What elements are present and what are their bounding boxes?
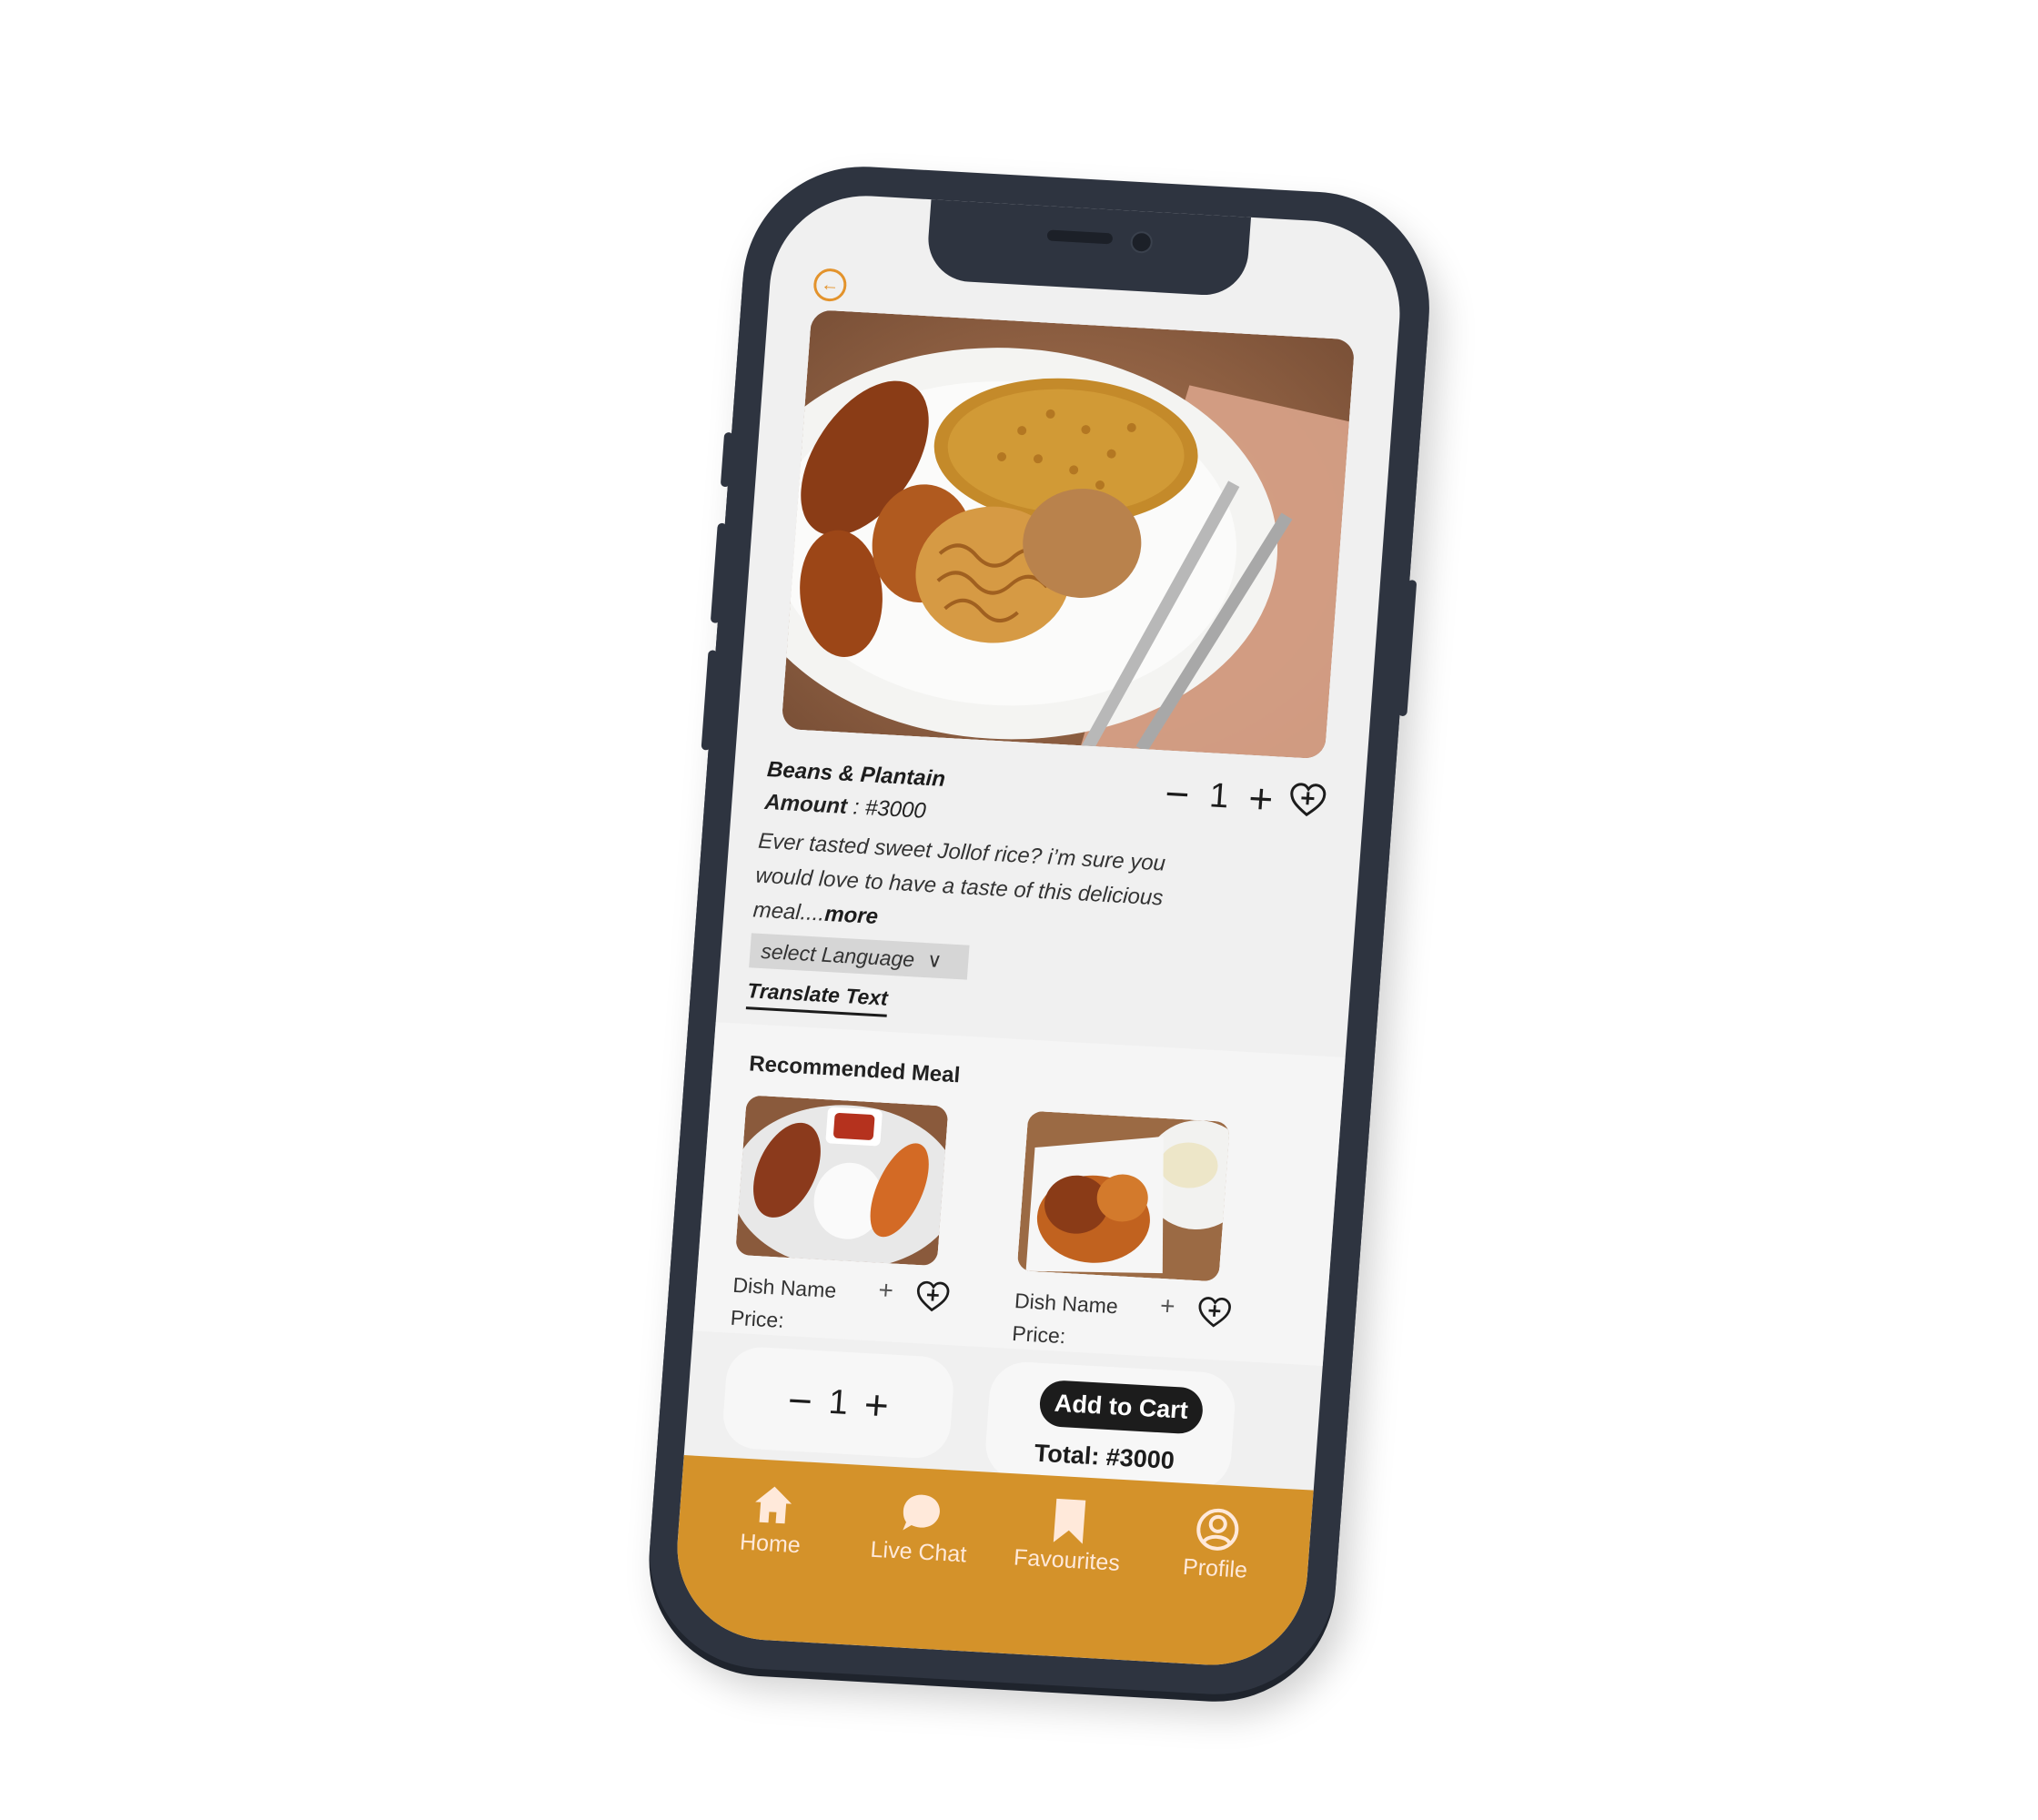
dish-photo xyxy=(781,309,1356,760)
order-decrease-button[interactable]: − xyxy=(786,1375,814,1425)
increase-button[interactable]: + xyxy=(1246,774,1276,824)
recommended-card[interactable]: Dish Name Price: + xyxy=(1012,1110,1237,1348)
add-recommended-button[interactable]: + xyxy=(877,1276,894,1306)
profile-icon xyxy=(1196,1508,1239,1551)
heart-plus-icon[interactable] xyxy=(1195,1293,1234,1331)
recommended-section: Recommended Meal Dish Name Price: + Dish… xyxy=(692,1022,1346,1367)
more-link[interactable]: more xyxy=(823,902,879,929)
translate-text-link[interactable]: Translate Text xyxy=(745,978,889,1017)
app-screen: ← Beans & Plantain − 1 + Amount: #3000 … xyxy=(671,190,1407,1671)
heart-plus-icon[interactable] xyxy=(913,1278,953,1316)
recommended-dish-name: Dish Name xyxy=(1014,1289,1119,1319)
chat-bubble-icon xyxy=(903,1494,940,1531)
dish-description: Ever tasted sweet Jollof rice? i’m sure … xyxy=(752,824,1205,953)
nav-item-profile[interactable]: Profile xyxy=(1146,1500,1288,1586)
order-increase-button[interactable]: + xyxy=(863,1380,891,1430)
power-button xyxy=(1397,580,1418,717)
amount-label: Amount xyxy=(763,789,849,819)
order-total: Total: #3000 xyxy=(1033,1439,1175,1475)
dish-quantity-stepper: − 1 + xyxy=(1164,769,1276,824)
back-arrow-icon[interactable]: ← xyxy=(812,268,848,303)
home-icon xyxy=(754,1486,792,1524)
description-text: Ever tasted sweet Jollof rice? i’m sure … xyxy=(752,828,1166,926)
volume-up-button xyxy=(710,522,727,623)
add-recommended-button[interactable]: + xyxy=(1159,1291,1176,1321)
recommended-dish-name: Dish Name xyxy=(731,1272,838,1303)
bottom-nav-bar: Home Live Chat Favourites Profile xyxy=(671,1454,1314,1671)
nav-item-home[interactable]: Home xyxy=(701,1474,842,1561)
speaker-grille xyxy=(1046,229,1114,245)
nav-label-live-chat: Live Chat xyxy=(869,1536,968,1568)
decrease-button[interactable]: − xyxy=(1164,769,1192,819)
order-quantity-stepper: − 1 + xyxy=(721,1345,956,1461)
canvas: ← Beans & Plantain − 1 + Amount: #3000 … xyxy=(0,0,2038,1820)
notch xyxy=(925,196,1252,298)
add-to-cart-button[interactable]: Add to Cart xyxy=(1038,1379,1205,1435)
nav-item-live-chat[interactable]: Live Chat xyxy=(850,1483,992,1570)
language-select[interactable]: select Language ∨ xyxy=(749,933,970,980)
recommended-title: Recommended Meal xyxy=(748,1051,962,1088)
recommended-dish-photo xyxy=(735,1095,949,1267)
nav-label-home: Home xyxy=(739,1529,802,1559)
chevron-down-icon: ∨ xyxy=(926,948,943,973)
dish-quantity-value: 1 xyxy=(1207,775,1231,815)
recommended-card[interactable]: Dish Name Price: + xyxy=(730,1095,956,1332)
nav-label-profile: Profile xyxy=(1182,1553,1248,1583)
volume-down-button xyxy=(701,650,718,751)
heart-plus-icon[interactable] xyxy=(1286,779,1329,821)
recommended-dish-price: Price: xyxy=(729,1305,785,1332)
front-camera xyxy=(1129,230,1154,254)
amount-value: : #3000 xyxy=(846,794,927,824)
phone-device: ← Beans & Plantain − 1 + Amount: #3000 … xyxy=(641,160,1438,1701)
nav-label-favourites: Favourites xyxy=(1013,1544,1121,1576)
cart-panel: Add to Cart Total: #3000 xyxy=(983,1360,1237,1492)
nav-item-favourites[interactable]: Favourites xyxy=(998,1491,1140,1578)
order-quantity-value: 1 xyxy=(827,1382,850,1422)
recommended-dish-price: Price: xyxy=(1011,1320,1067,1349)
mute-switch xyxy=(720,431,734,488)
language-select-label: select Language xyxy=(760,938,916,971)
recommended-dish-photo xyxy=(1016,1110,1231,1282)
bookmark-icon xyxy=(1053,1498,1086,1544)
dish-title: Beans & Plantain xyxy=(766,757,946,792)
